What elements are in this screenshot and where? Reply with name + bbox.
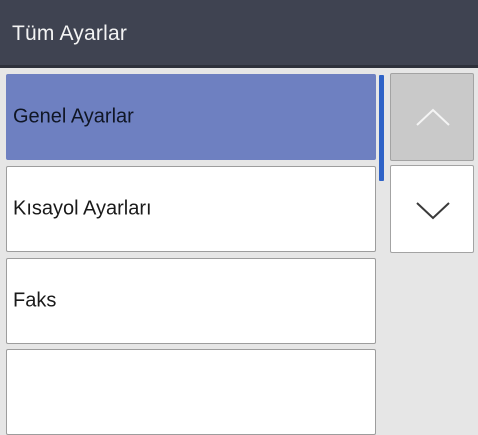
menu-item-label: Faks: [13, 289, 57, 312]
title-bar: Tüm Ayarlar: [0, 0, 478, 68]
chevron-up-icon: [416, 108, 450, 126]
menu-item-label: Genel Ayarlar: [13, 105, 134, 128]
menu-item-partial[interactable]: [6, 349, 376, 435]
menu-item-label: Kısayol Ayarları: [13, 197, 152, 220]
scroll-position-indicator: [379, 75, 384, 181]
page-title: Tüm Ayarlar: [12, 22, 128, 45]
menu-item-fax[interactable]: Faks: [6, 258, 376, 344]
scroll-up-button[interactable]: [390, 73, 474, 161]
settings-menu-list: Genel Ayarlar Kısayol Ayarları Faks: [0, 68, 386, 435]
chevron-down-icon: [416, 202, 450, 220]
menu-item-general-settings[interactable]: Genel Ayarlar: [6, 74, 376, 160]
scroll-down-button[interactable]: [390, 165, 474, 253]
menu-item-shortcut-settings[interactable]: Kısayol Ayarları: [6, 166, 376, 252]
